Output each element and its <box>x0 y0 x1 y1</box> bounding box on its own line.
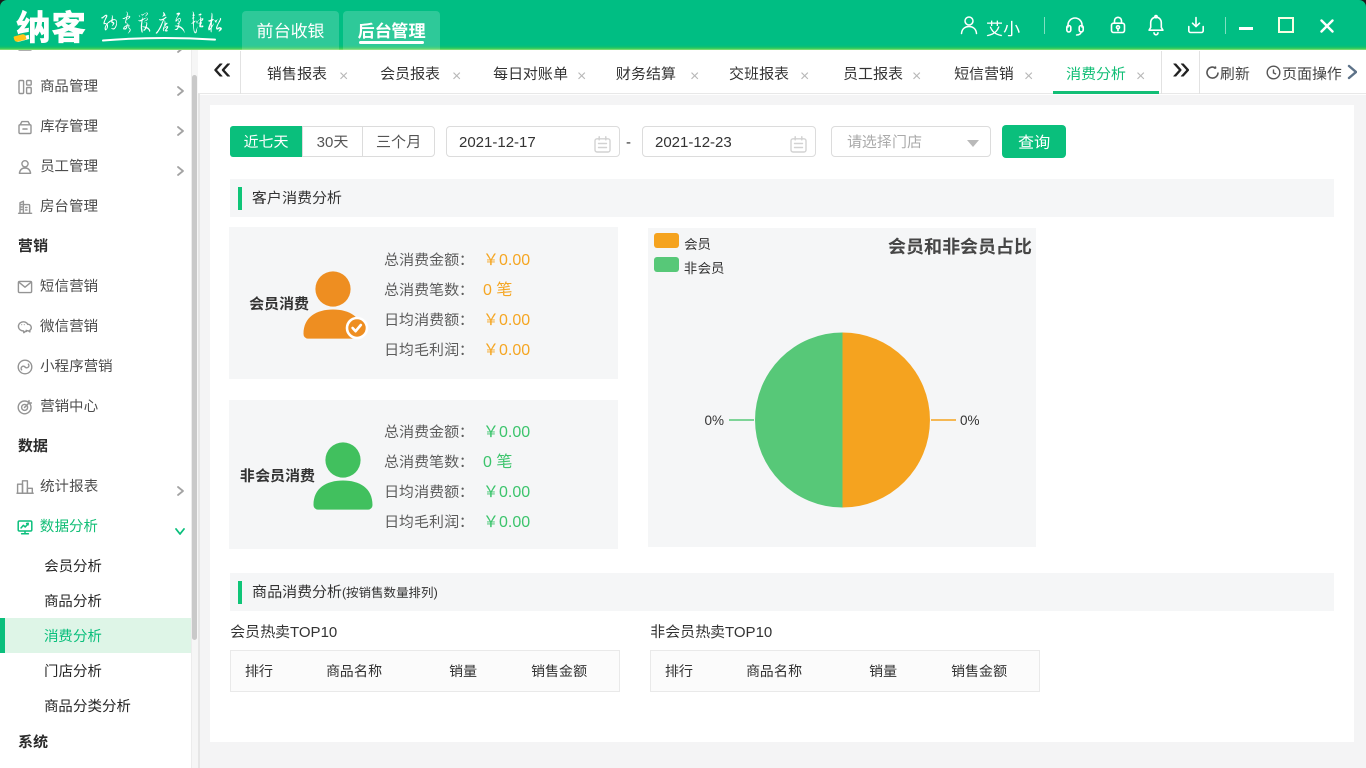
svg-text:0%: 0% <box>960 413 980 428</box>
svg-text:0%: 0% <box>704 413 724 428</box>
